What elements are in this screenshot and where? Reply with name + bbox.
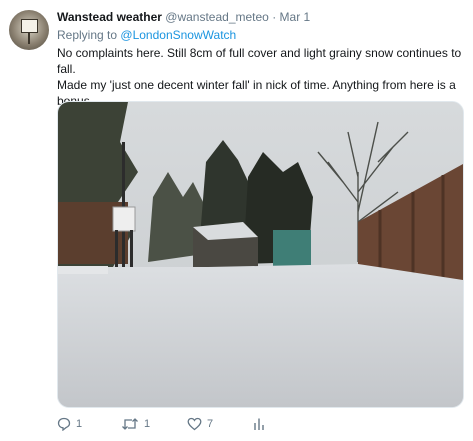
reply-count: 1: [76, 418, 83, 430]
author-name[interactable]: Wanstead weather: [57, 10, 162, 24]
avatar-sign: [21, 19, 38, 44]
separator-dot: ·: [272, 10, 277, 24]
replying-to: Replying to @LondonSnowWatch: [57, 27, 236, 43]
tweet-actions: 1 1 7: [57, 416, 317, 432]
tweet-text-line: No complaints here. Still 8cm of full co…: [57, 46, 462, 76]
tweet-photo[interactable]: [57, 101, 464, 408]
retweet-action[interactable]: 1: [121, 416, 150, 432]
like-count: 7: [207, 418, 214, 430]
retweet-count: 1: [144, 418, 151, 430]
tweet-header: Wanstead weather @wanstead_meteo · Mar 1: [57, 9, 310, 25]
author-handle[interactable]: @wanstead_meteo: [165, 10, 269, 24]
reply-action[interactable]: 1: [57, 416, 82, 432]
tweet-date[interactable]: Mar 1: [280, 10, 311, 24]
reply-mention-link[interactable]: @LondonSnowWatch: [120, 28, 236, 42]
snowy-garden-image: [58, 102, 463, 407]
reply-prefix: Replying to: [57, 28, 118, 42]
like-action[interactable]: 7: [187, 416, 213, 432]
analytics-action[interactable]: [253, 416, 265, 432]
avatar[interactable]: [9, 10, 49, 50]
retweet-icon: [122, 418, 138, 430]
reply-icon: [57, 417, 71, 431]
heart-icon: [187, 417, 202, 431]
bar-chart-icon: [254, 418, 264, 430]
tweet-text: No complaints here. Still 8cm of full co…: [57, 45, 463, 109]
